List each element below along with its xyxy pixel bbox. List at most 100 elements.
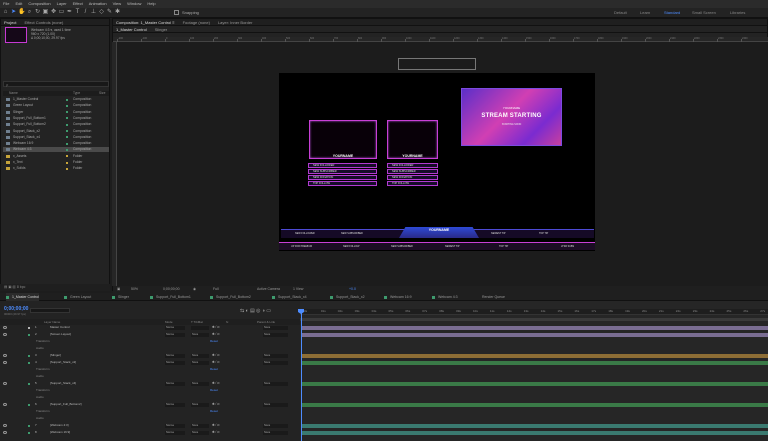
- alert-button[interactable]: TOP FOLLOW: [308, 181, 377, 186]
- layer-name[interactable]: [Webcam 16:9]: [50, 430, 70, 435]
- alert-button[interactable]: NEW FOLLOWER: [387, 163, 438, 168]
- home-icon[interactable]: ⌂: [2, 9, 9, 16]
- resolution-dropdown[interactable]: Full: [213, 286, 219, 293]
- timeline-switch-icons[interactable]: ⇆ ◐ ▤ ◎ ◑ ▭: [240, 308, 271, 314]
- parent-dropdown[interactable]: None: [263, 423, 288, 428]
- layer-row[interactable]: 5 [Support_Stack_x4] Norma None ✱ ⁄ ⊘ None: [0, 381, 300, 386]
- timeline-tab[interactable]: Support_Full_Bottom1: [150, 293, 191, 301]
- blend-mode-dropdown[interactable]: Norma: [165, 402, 185, 407]
- layer-label-color[interactable]: [28, 431, 30, 434]
- menu-edit[interactable]: Edit: [15, 0, 22, 8]
- visibility-eye-icon[interactable]: [3, 424, 7, 427]
- visibility-eye-icon[interactable]: [3, 431, 7, 434]
- menu-file[interactable]: File: [3, 0, 9, 8]
- layer-label-color[interactable]: [28, 333, 30, 336]
- project-item[interactable]: Support_Stack_x2 Composition: [3, 129, 109, 134]
- layer-duration-bar[interactable]: [302, 402, 768, 407]
- layer-switches-icons[interactable]: ✱ ⁄ ⊘: [212, 353, 220, 358]
- layer-switches-icons[interactable]: ✱ ⁄ ⊘: [212, 402, 220, 407]
- timeline-tab[interactable]: Slinger: [112, 293, 129, 301]
- layer-switches-icons[interactable]: ✱ ⁄ ⊘: [212, 423, 220, 428]
- layer-name[interactable]: Master Control: [50, 325, 70, 330]
- column-size[interactable]: Size: [99, 91, 105, 95]
- visibility-eye-icon[interactable]: [3, 361, 7, 364]
- menu-effect[interactable]: Effect: [73, 0, 83, 8]
- alert-button[interactable]: NEW FOLLOWER: [308, 163, 377, 168]
- comp-tab-0[interactable]: Composition: 1_Master Control ≡: [116, 19, 175, 25]
- puppet-tool-icon[interactable]: ✱: [114, 9, 121, 16]
- label-color-swatch[interactable]: [66, 161, 68, 164]
- label-color-swatch[interactable]: [66, 117, 68, 120]
- label-color-swatch[interactable]: [66, 167, 68, 170]
- comp-tab-2[interactable]: Layer: Inner Border: [218, 19, 252, 25]
- snapshot-icon[interactable]: ◉: [193, 286, 196, 293]
- label-color-swatch[interactable]: [66, 123, 68, 126]
- rotate-tool-icon[interactable]: ↻: [34, 9, 41, 16]
- timeline-tab[interactable]: Support_Stack_x4: [272, 293, 307, 301]
- layer-label-color[interactable]: [28, 424, 30, 427]
- blend-mode-dropdown[interactable]: Norma: [165, 430, 185, 435]
- timeline-graph-area[interactable]: [300, 301, 768, 441]
- layer-row[interactable]: 3 [Slinger] Norma None ✱ ⁄ ⊘ None: [0, 353, 300, 358]
- layer-label-color[interactable]: [28, 361, 30, 364]
- blend-mode-dropdown[interactable]: Norma: [165, 325, 185, 330]
- timeline-tab[interactable]: Support_Full_Bottom2: [210, 293, 251, 301]
- layer-row[interactable]: 8 [Webcam 16:9] Norma None ✱ ⁄ ⊘ None: [0, 430, 300, 435]
- offscreen-layer-bounds[interactable]: [398, 58, 476, 70]
- layer-switches-icons[interactable]: ✱ ⁄ ⊘: [212, 325, 220, 330]
- parent-dropdown[interactable]: None: [263, 402, 288, 407]
- layer-duration-bar[interactable]: [302, 430, 768, 435]
- property-group-row[interactable]: Audio: [0, 346, 300, 351]
- workspace-default[interactable]: Default: [614, 10, 627, 15]
- track-matte-dropdown[interactable]: None: [191, 360, 209, 365]
- alert-button[interactable]: NEW SUBSCRIBER: [387, 169, 438, 174]
- label-color-swatch[interactable]: [66, 130, 68, 132]
- timeline-tab[interactable]: Webcam 4:3: [432, 293, 458, 301]
- layer-duration-bar[interactable]: [302, 360, 768, 365]
- alert-button[interactable]: NEW SUBSCRIBER: [308, 169, 377, 174]
- reset-link[interactable]: Reset: [210, 339, 218, 344]
- visibility-eye-icon[interactable]: [3, 382, 7, 385]
- layer-name[interactable]: [Support_Stack_x4]: [50, 381, 76, 386]
- timeline-search-input[interactable]: [30, 308, 70, 313]
- layer-row[interactable]: 6 [Support_Full_Bottom2] Norma None ✱ ⁄ ⊘ Non…: [0, 402, 300, 407]
- layer-name[interactable]: [Slinger]: [50, 353, 61, 358]
- camera-tool-icon[interactable]: ▣: [42, 9, 49, 16]
- project-item[interactable]: Support_Full_Bottom1 Composition: [3, 116, 109, 121]
- project-item[interactable]: x_Assets Folder: [3, 154, 109, 159]
- track-matte-dropdown[interactable]: None: [191, 381, 209, 386]
- visibility-eye-icon[interactable]: [3, 354, 7, 357]
- layer-label-color[interactable]: [28, 326, 30, 329]
- track-matte-dropdown[interactable]: None: [191, 402, 209, 407]
- label-color-swatch[interactable]: [66, 104, 68, 107]
- project-footer-icons[interactable]: ▤ ▣ ▥: [4, 285, 17, 289]
- menu-view[interactable]: View: [113, 0, 122, 8]
- parent-dropdown[interactable]: None: [263, 360, 288, 365]
- visibility-eye-icon[interactable]: [3, 333, 7, 336]
- blend-mode-dropdown[interactable]: Norma: [165, 353, 185, 358]
- layer-label-color[interactable]: [28, 382, 30, 385]
- property-group-row[interactable]: Transform Reset: [0, 388, 300, 393]
- visibility-eye-icon[interactable]: [3, 403, 7, 406]
- tab-project[interactable]: Project: [4, 19, 16, 25]
- workspace-small-screen[interactable]: Small Screen: [692, 10, 716, 15]
- comp-tab-1[interactable]: Footage (none): [183, 19, 210, 25]
- zoom-dropdown[interactable]: 50%: [131, 286, 138, 293]
- project-item[interactable]: x_Text Folder: [3, 160, 109, 165]
- view-layout-dropdown[interactable]: 1 View: [293, 286, 303, 293]
- subtab-master-control[interactable]: 1_Master Control: [116, 26, 147, 32]
- pan-behind-tool-icon[interactable]: ✥: [50, 9, 57, 16]
- track-matte-dropdown[interactable]: None: [191, 430, 209, 435]
- workspace-standard[interactable]: Standard: [664, 10, 680, 15]
- current-time[interactable]: 0;00;00;00: [163, 286, 180, 293]
- label-color-swatch[interactable]: [66, 142, 68, 145]
- layer-name[interactable]: [Webcam 4:3]: [50, 423, 68, 428]
- parent-dropdown[interactable]: None: [263, 381, 288, 386]
- layer-duration-bar[interactable]: [302, 381, 768, 386]
- hand-tool-icon[interactable]: ✋: [18, 9, 25, 16]
- layer-row[interactable]: 4 [Support_Stack_x2] Norma None ✱ ⁄ ⊘ None: [0, 360, 300, 365]
- layer-switches-icons[interactable]: ✱ ⁄ ⊘: [212, 360, 220, 365]
- support-bar-top[interactable]: YOURNAME NEW FOLLOWER NEW SUBSCRIBER NEW…: [281, 227, 594, 238]
- layer-switches-icons[interactable]: ✱ ⁄ ⊘: [212, 381, 220, 386]
- layer-row[interactable]: 2 [Screen Layout] Norma None ✱ ⁄ ⊘ None: [0, 332, 300, 337]
